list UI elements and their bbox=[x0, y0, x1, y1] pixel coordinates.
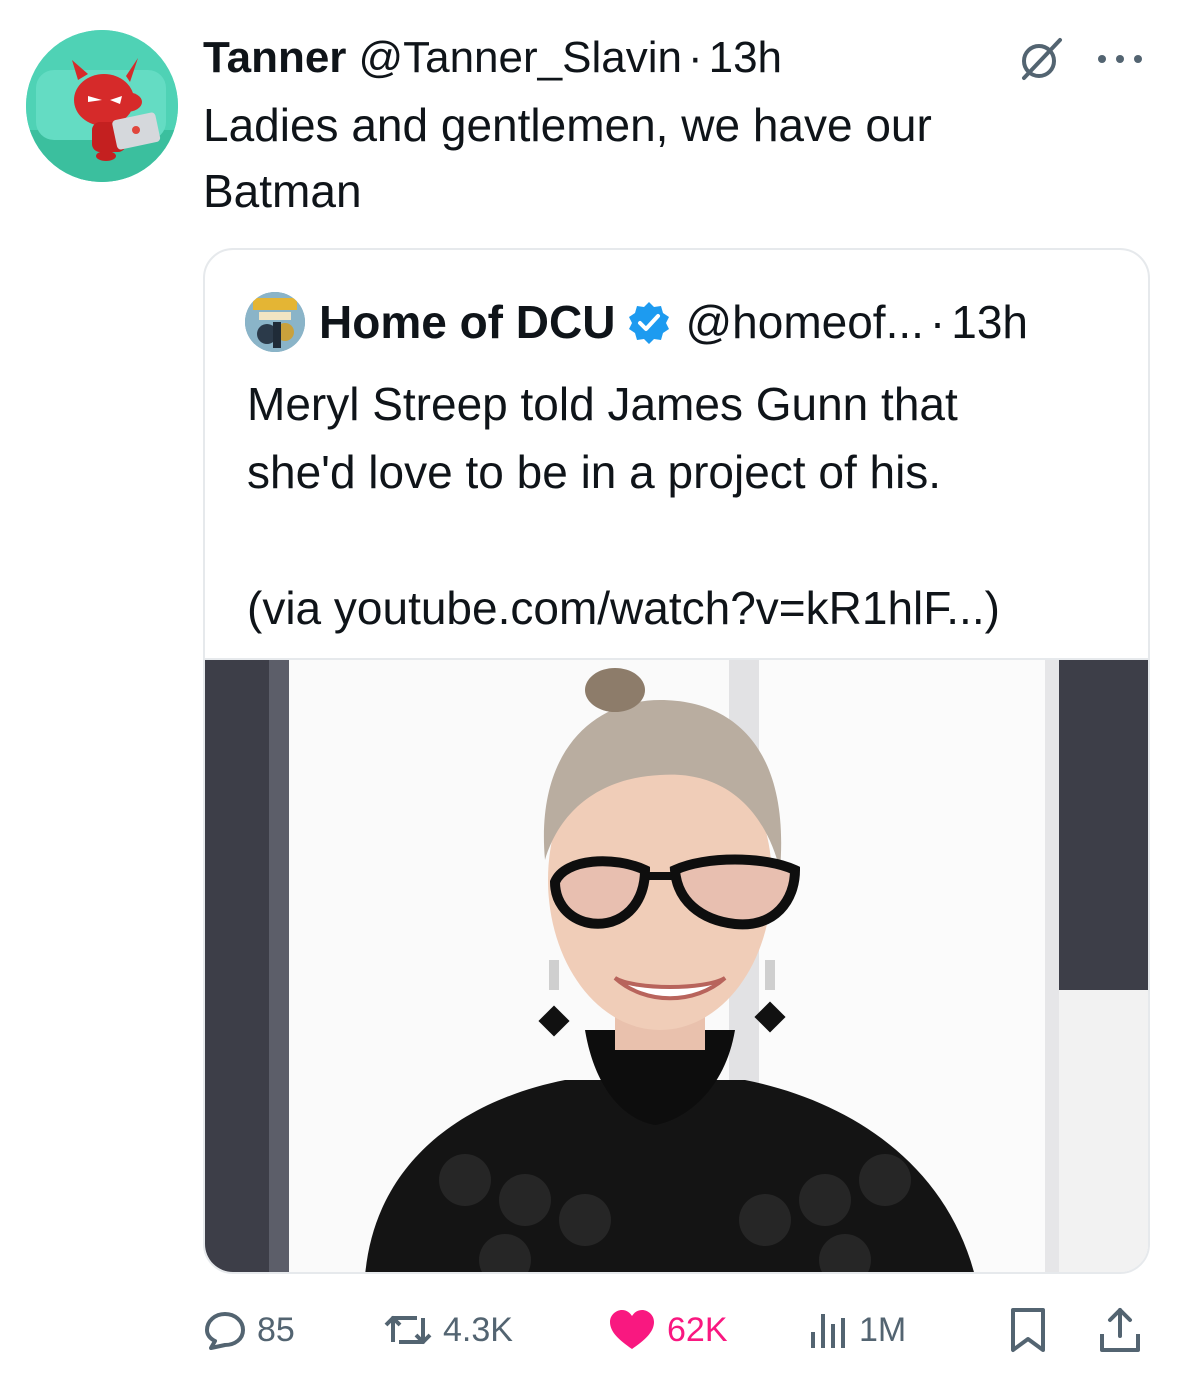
author-name[interactable]: Tanner bbox=[203, 33, 346, 83]
bookmark-button[interactable] bbox=[1008, 1300, 1048, 1360]
quoted-text-line: she'd love to be in a project of his. bbox=[247, 446, 942, 498]
bookmark-icon bbox=[1011, 1308, 1045, 1352]
photo-image bbox=[205, 660, 1148, 1272]
quoted-author-name[interactable]: Home of DCU bbox=[319, 295, 615, 349]
like-icon bbox=[610, 1310, 654, 1349]
quoted-link-text[interactable]: (via youtube.com/watch?v=kR1hlF...) bbox=[247, 574, 1127, 642]
quoted-tweet-text: Meryl Streep told James Gunn that she'd … bbox=[247, 370, 1127, 642]
quoted-tweet-header: Home of DCU @homeof... · 13h bbox=[245, 292, 1028, 352]
repost-icon bbox=[384, 1316, 432, 1344]
header-separator: · bbox=[687, 33, 703, 82]
views-icon bbox=[811, 1314, 845, 1348]
like-count: 62K bbox=[667, 1310, 728, 1349]
author-handle[interactable]: @Tanner_Slavin bbox=[358, 33, 682, 83]
quoted-avatar-illustration bbox=[245, 292, 305, 352]
more-icon[interactable] bbox=[1090, 44, 1150, 74]
quoted-text-line: Meryl Streep told James Gunn that bbox=[247, 378, 958, 430]
author-avatar[interactable] bbox=[26, 30, 178, 182]
tweet-text-line: Ladies and gentlemen, we have our bbox=[203, 99, 932, 151]
tweet-text: Ladies and gentlemen, we have our Batman bbox=[203, 92, 1103, 224]
quoted-tweet-timestamp[interactable]: 13h bbox=[951, 295, 1028, 349]
repost-count: 4.3K bbox=[443, 1310, 513, 1349]
like-button[interactable]: 62K bbox=[607, 1300, 728, 1360]
views-button[interactable]: 1M bbox=[805, 1300, 906, 1360]
reply-button[interactable]: 85 bbox=[203, 1300, 295, 1360]
quoted-tweet-card[interactable]: Home of DCU @homeof... · 13h Meryl Stree… bbox=[203, 248, 1150, 1274]
quoted-author-handle[interactable]: @homeof... bbox=[685, 295, 923, 349]
tweet-timestamp[interactable]: 13h bbox=[709, 33, 782, 83]
tweet-header: Tanner @Tanner_Slavin · 13h bbox=[203, 26, 782, 90]
reply-count: 85 bbox=[257, 1310, 295, 1349]
grok-icon[interactable] bbox=[1018, 36, 1064, 82]
views-count: 1M bbox=[859, 1310, 907, 1349]
quoted-tweet-photo[interactable] bbox=[205, 658, 1148, 1272]
text-spacer bbox=[247, 506, 1127, 574]
quoted-author-avatar[interactable] bbox=[245, 292, 305, 352]
repost-button[interactable]: 4.3K bbox=[383, 1300, 513, 1360]
reply-icon bbox=[205, 1312, 245, 1350]
quoted-header-separator: · bbox=[929, 296, 946, 348]
tweet-text-line: Batman bbox=[203, 165, 362, 217]
share-button[interactable] bbox=[1098, 1300, 1142, 1360]
share-icon bbox=[1100, 1308, 1140, 1352]
avatar-illustration bbox=[26, 30, 178, 182]
tweet-actions: 85 4.3K 62K 1M bbox=[203, 1300, 1150, 1360]
verified-icon bbox=[629, 302, 670, 344]
